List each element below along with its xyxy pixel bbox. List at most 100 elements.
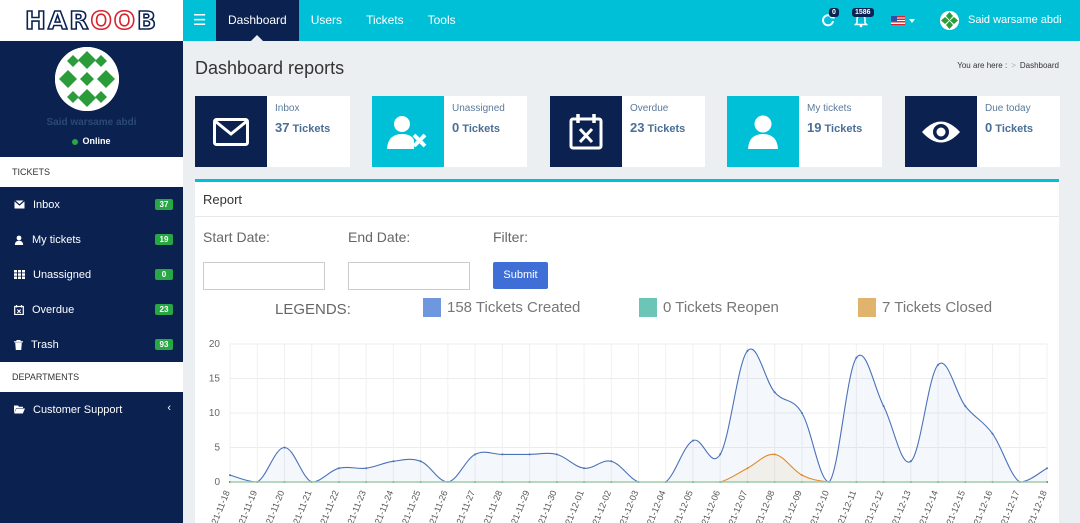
report-title: Report bbox=[203, 192, 243, 207]
x-tick-label: 21-11-29 bbox=[509, 489, 532, 523]
refresh-count-badge: 0 bbox=[829, 8, 839, 17]
card-unassigned[interactable]: Unassigned 0 Tickets bbox=[372, 96, 527, 167]
trash-count-badge: 93 bbox=[155, 339, 173, 350]
card-count: 23 Tickets bbox=[630, 120, 686, 135]
avatar-pattern-icon bbox=[940, 11, 959, 30]
series-created-point bbox=[229, 474, 231, 477]
profile-avatar[interactable] bbox=[55, 47, 119, 111]
user-icon bbox=[748, 115, 778, 149]
nav-tickets[interactable]: Tickets bbox=[354, 0, 416, 41]
nav-tools[interactable]: Tools bbox=[416, 0, 468, 41]
legend-swatch bbox=[639, 298, 657, 317]
series-closed-point bbox=[773, 453, 776, 456]
x-tick-label: 21-12-03 bbox=[618, 489, 641, 523]
overdue-count-badge: 23 bbox=[155, 304, 173, 315]
card-my-tickets[interactable]: My tickets 19 Tickets bbox=[727, 96, 882, 167]
inbox-count-badge: 37 bbox=[155, 199, 173, 210]
card-icon-box bbox=[195, 96, 267, 167]
card-count: 37 Tickets bbox=[275, 120, 331, 135]
series-created-point bbox=[746, 349, 749, 352]
end-date-input[interactable] bbox=[348, 262, 470, 290]
card-icon-box bbox=[905, 96, 977, 167]
series-created-point bbox=[964, 405, 967, 408]
card-label: My tickets bbox=[807, 103, 852, 114]
x-tick-label: 21-12-17 bbox=[999, 489, 1022, 523]
report-panel: Report Start Date: End Date: Filter: Sub… bbox=[195, 179, 1059, 523]
x-tick-label: 21-12-14 bbox=[917, 489, 940, 523]
sidebar-item-label: Overdue bbox=[32, 303, 75, 316]
series-created-point bbox=[501, 453, 504, 456]
sidebar-item-customer-support[interactable]: Customer Support ‹ bbox=[0, 392, 183, 427]
online-dot-icon bbox=[72, 138, 79, 145]
sidebar-item-my-tickets[interactable]: My tickets 19 bbox=[0, 222, 183, 257]
x-tick-label: 21-12-09 bbox=[781, 489, 804, 523]
departments-section-header: DEPARTMENTS bbox=[0, 362, 183, 392]
x-tick-label: 21-12-02 bbox=[590, 489, 613, 523]
end-date-label: End Date: bbox=[348, 229, 411, 245]
x-tick-label: 21-12-06 bbox=[699, 489, 722, 523]
x-tick-label: 21-12-01 bbox=[563, 489, 586, 523]
card-overdue[interactable]: Overdue 23 Tickets bbox=[550, 96, 705, 167]
x-tick-label: 21-12-11 bbox=[836, 489, 859, 523]
top-navbar: HAROOB ☰ Dashboard Users Tickets Tools 0… bbox=[0, 0, 1080, 41]
series-created-point bbox=[583, 467, 586, 470]
nav-users[interactable]: Users bbox=[299, 0, 354, 41]
legends-label: LEGENDS: bbox=[275, 301, 351, 318]
chevron-left-icon[interactable]: ‹ bbox=[167, 402, 171, 414]
submit-button[interactable]: Submit bbox=[493, 262, 548, 289]
logo[interactable]: HAROOB bbox=[0, 0, 183, 41]
y-tick-label: 5 bbox=[214, 443, 220, 454]
online-status: Online bbox=[0, 136, 183, 146]
breadcrumb-current[interactable]: Dashboard bbox=[1020, 61, 1059, 70]
card-label: Unassigned bbox=[452, 103, 505, 114]
page-title: Dashboard reports bbox=[195, 58, 345, 78]
x-tick-label: 21-11-28 bbox=[482, 489, 505, 523]
series-created-point bbox=[991, 432, 994, 435]
card-icon-box bbox=[727, 96, 799, 167]
series-created-point bbox=[773, 391, 776, 394]
sidebar-item-inbox[interactable]: Inbox 37 bbox=[0, 187, 183, 222]
menu-toggle-icon[interactable]: ☰ bbox=[193, 11, 206, 29]
x-tick-label: 21-11-18 bbox=[209, 489, 232, 523]
sidebar-item-label: Customer Support bbox=[33, 403, 123, 416]
x-tick-label: 21-11-20 bbox=[264, 489, 287, 523]
x-tick-label: 21-12-10 bbox=[808, 489, 831, 523]
sidebar-item-overdue[interactable]: Overdue 23 bbox=[0, 292, 183, 327]
y-tick-label: 0 bbox=[214, 477, 220, 488]
user-x-icon bbox=[387, 115, 427, 149]
series-created-point bbox=[691, 439, 694, 442]
top-user-name[interactable]: Said warsame abdi bbox=[968, 14, 1062, 26]
y-tick-label: 10 bbox=[209, 408, 221, 419]
unassigned-count-badge: 0 bbox=[155, 269, 173, 280]
nav-dashboard[interactable]: Dashboard bbox=[216, 0, 299, 41]
card-label: Due today bbox=[985, 103, 1031, 114]
series-created-point bbox=[937, 363, 940, 366]
sidebar-item-label: Trash bbox=[31, 338, 59, 351]
series-created-point bbox=[555, 453, 558, 456]
x-tick-label: 21-12-12 bbox=[863, 489, 886, 523]
user-icon bbox=[14, 235, 24, 245]
card-inbox[interactable]: Inbox 37 Tickets bbox=[195, 96, 350, 167]
card-due-today[interactable]: Due today 0 Tickets bbox=[905, 96, 1060, 167]
card-icon-box bbox=[372, 96, 444, 167]
series-created-point bbox=[365, 467, 368, 470]
sidebar: Said warsame abdi Online TICKETS Inbox 3… bbox=[0, 41, 183, 523]
card-count: 0 Tickets bbox=[452, 120, 501, 135]
start-date-input[interactable] bbox=[203, 262, 325, 290]
series-created-point bbox=[283, 446, 286, 449]
notification-count-badge: 1586 bbox=[852, 8, 874, 17]
series-created-point bbox=[1046, 467, 1048, 470]
caret-down-icon[interactable] bbox=[909, 19, 915, 23]
us-flag-icon[interactable] bbox=[891, 16, 905, 25]
top-avatar[interactable] bbox=[940, 11, 959, 30]
series-created-point bbox=[610, 460, 613, 463]
x-tick-label: 21-11-19 bbox=[237, 489, 260, 523]
series-created-point bbox=[719, 453, 722, 456]
x-tick-label: 21-12-15 bbox=[944, 489, 967, 523]
x-tick-label: 21-11-30 bbox=[536, 489, 559, 523]
sidebar-item-trash[interactable]: Trash 93 bbox=[0, 327, 183, 362]
x-tick-label: 21-12-18 bbox=[1026, 489, 1049, 523]
avatar-pattern-icon bbox=[55, 47, 119, 111]
my-tickets-count-badge: 19 bbox=[155, 234, 173, 245]
sidebar-item-unassigned[interactable]: Unassigned 0 bbox=[0, 257, 183, 292]
